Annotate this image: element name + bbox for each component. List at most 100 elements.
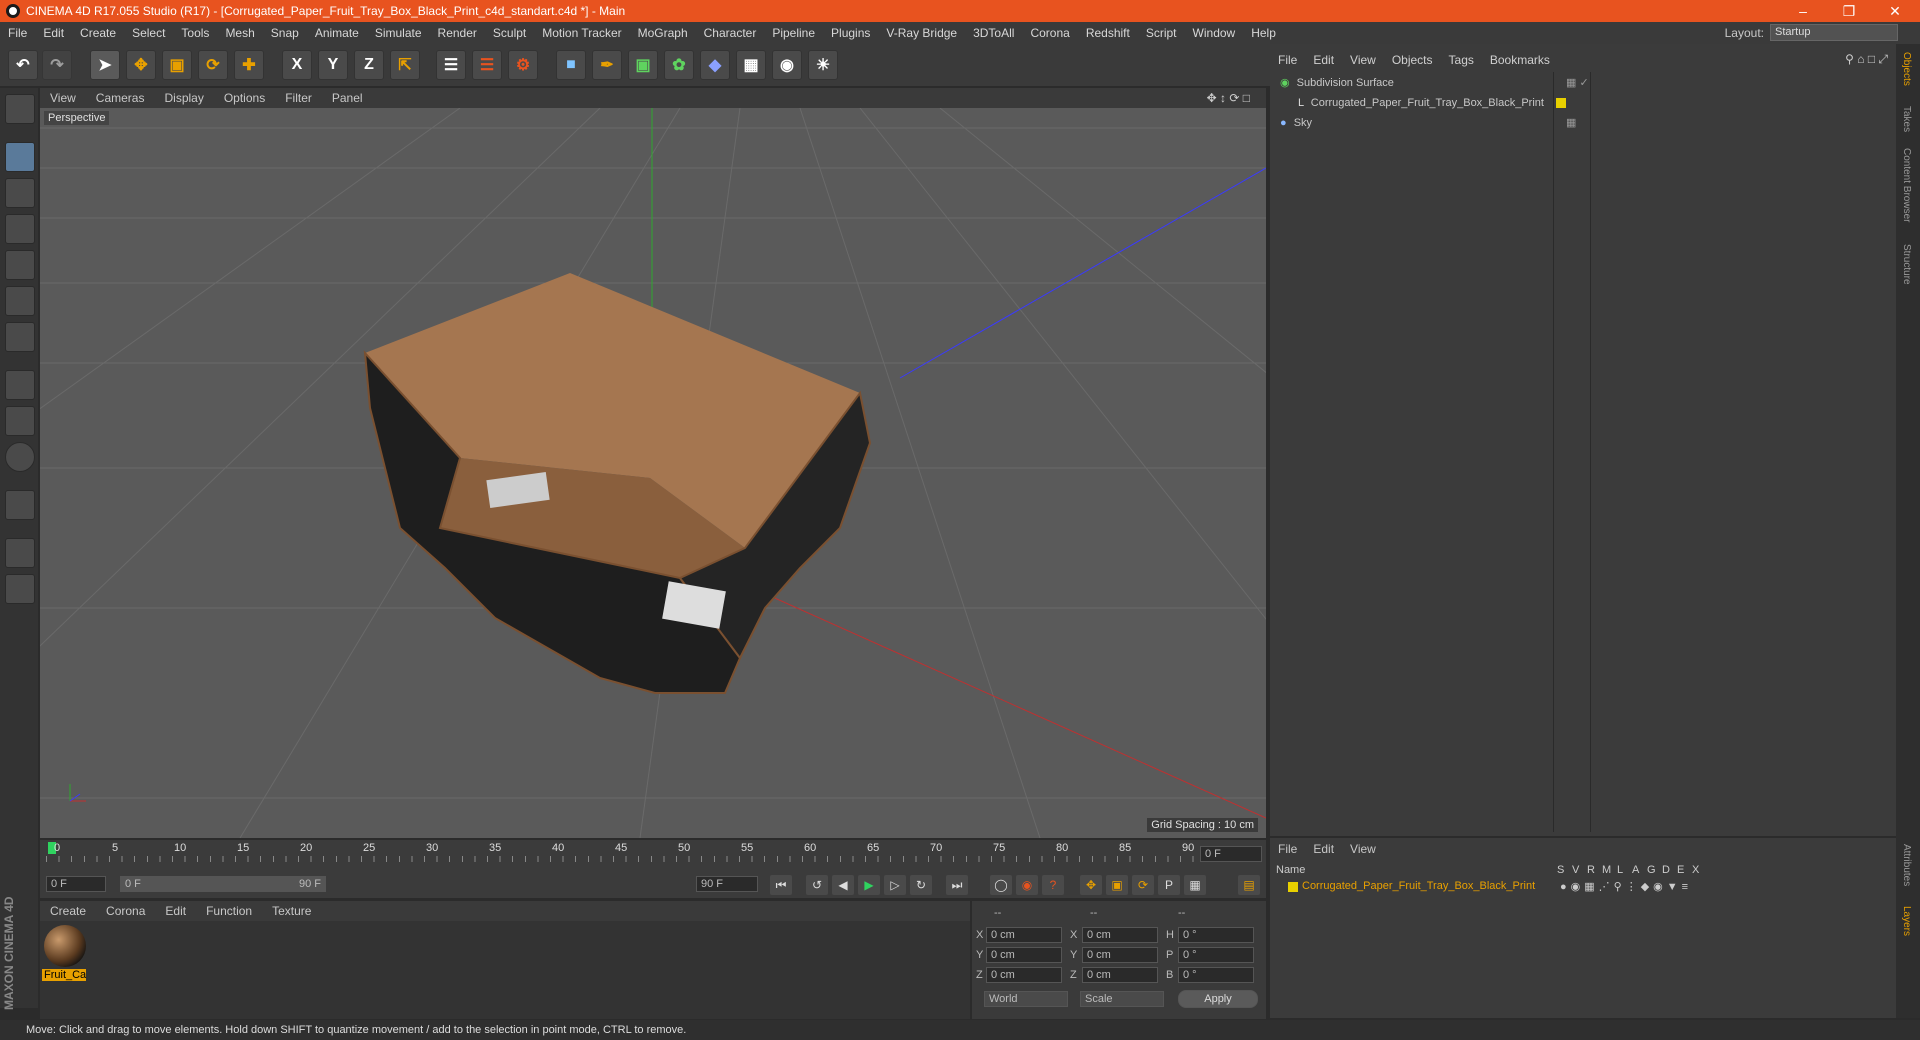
- polygons-mode-icon[interactable]: [5, 322, 35, 352]
- texture-mode-icon[interactable]: [5, 178, 35, 208]
- previous-key-icon[interactable]: ↺: [806, 875, 828, 895]
- object-manager-search-icon[interactable]: ⚲ ⌂ □ ⤢: [1845, 52, 1888, 67]
- timeline-ruler[interactable]: 0 5 10 15 20 25 30 35 40 45 50 55 60 65 …: [40, 840, 1266, 870]
- menu-animate[interactable]: Animate: [307, 26, 367, 40]
- camera-icon[interactable]: ◉: [772, 50, 802, 80]
- layer-row[interactable]: Corrugated_Paper_Fruit_Tray_Box_Black_Pr…: [1288, 880, 1888, 894]
- undo-icon[interactable]: ↶: [8, 50, 38, 80]
- material-menu-create[interactable]: Create: [40, 904, 96, 918]
- tab-layers[interactable]: Layers: [1901, 906, 1912, 936]
- material-name[interactable]: Fruit_Ca: [42, 969, 86, 981]
- material-menu-texture[interactable]: Texture: [262, 904, 321, 918]
- position-x-field[interactable]: 0 cm: [986, 927, 1062, 943]
- keyframe-selection-icon[interactable]: ?: [1042, 875, 1064, 895]
- size-z-field[interactable]: 0 cm: [1082, 967, 1158, 983]
- menu-snap[interactable]: Snap: [263, 26, 307, 40]
- material-menu-function[interactable]: Function: [196, 904, 262, 918]
- workplane-mode-icon[interactable]: [5, 214, 35, 244]
- layer-toggle-icons[interactable]: ●◉▦⋰⚲⋮◆◉▼≡: [1560, 880, 1692, 893]
- solo-mode-icon[interactable]: [5, 442, 35, 472]
- key-pla-icon[interactable]: ▦: [1184, 875, 1206, 895]
- visibility-dots-icon[interactable]: ▦: [1566, 114, 1576, 132]
- tab-content-browser[interactable]: Content Browser: [1901, 148, 1912, 222]
- menu-pipeline[interactable]: Pipeline: [764, 26, 823, 40]
- cloner-icon[interactable]: ✿: [664, 50, 694, 80]
- material-menu-edit[interactable]: Edit: [155, 904, 196, 918]
- current-frame-field[interactable]: 0 F: [1200, 846, 1262, 862]
- key-parameter-icon[interactable]: P: [1158, 875, 1180, 895]
- restore-button[interactable]: ❐: [1826, 0, 1872, 22]
- object-menu-edit[interactable]: Edit: [1305, 53, 1342, 67]
- object-row[interactable]: ● Sky ▦: [1280, 114, 1880, 132]
- menu-create[interactable]: Create: [72, 26, 124, 40]
- size-x-field[interactable]: 0 cm: [1082, 927, 1158, 943]
- next-key-icon[interactable]: ↻: [910, 875, 932, 895]
- object-row[interactable]: L Corrugated_Paper_Fruit_Tray_Box_Black_…: [1298, 94, 1898, 112]
- layer-menu-view[interactable]: View: [1342, 842, 1384, 856]
- menu-edit[interactable]: Edit: [35, 26, 72, 40]
- y-axis-lock-button[interactable]: Y: [318, 50, 348, 80]
- perspective-viewport[interactable]: Perspective Grid Spacing : 10 cm: [40, 108, 1266, 838]
- menu-render[interactable]: Render: [430, 26, 485, 40]
- coordinate-system-icon[interactable]: ⇱: [390, 50, 420, 80]
- viewport-menu-view[interactable]: View: [40, 91, 86, 105]
- record-keys-icon[interactable]: ◯: [990, 875, 1012, 895]
- goto-start-icon[interactable]: ⏮: [770, 875, 792, 895]
- cube-primitive-icon[interactable]: ■: [556, 50, 586, 80]
- scale-tool-icon[interactable]: ▣: [162, 50, 192, 80]
- menu-select[interactable]: Select: [124, 26, 173, 40]
- object-row[interactable]: ◉ Subdivision Surface ▦ ✓: [1280, 74, 1880, 92]
- layer-menu-edit[interactable]: Edit: [1305, 842, 1342, 856]
- live-selection-icon[interactable]: ➤: [90, 50, 120, 80]
- make-editable-icon[interactable]: [5, 94, 35, 124]
- viewport-menu-cameras[interactable]: Cameras: [86, 91, 155, 105]
- x-axis-lock-button[interactable]: X: [282, 50, 312, 80]
- close-button[interactable]: ✕: [1872, 0, 1918, 22]
- viewport-menu-options[interactable]: Options: [214, 91, 275, 105]
- coordinate-space-dropdown[interactable]: World: [984, 991, 1068, 1007]
- rotate-tool-icon[interactable]: ⟳: [198, 50, 228, 80]
- next-frame-icon[interactable]: ▷: [884, 875, 906, 895]
- tab-structure[interactable]: Structure: [1901, 244, 1912, 285]
- viewport-menu-filter[interactable]: Filter: [275, 91, 322, 105]
- menu-help[interactable]: Help: [1243, 26, 1284, 40]
- menu-corona[interactable]: Corona: [1022, 26, 1077, 40]
- render-settings-icon[interactable]: ⚙: [508, 50, 538, 80]
- edges-mode-icon[interactable]: [5, 286, 35, 316]
- menu-mesh[interactable]: Mesh: [217, 26, 262, 40]
- object-menu-bookmarks[interactable]: Bookmarks: [1482, 53, 1558, 67]
- tab-attributes[interactable]: Attributes: [1901, 844, 1912, 886]
- end-frame-field[interactable]: 90 F: [696, 876, 758, 892]
- subdivision-surface-icon[interactable]: ▣: [628, 50, 658, 80]
- model-mode-icon[interactable]: [5, 142, 35, 172]
- play-icon[interactable]: ▶: [858, 875, 880, 895]
- menu-motion-tracker[interactable]: Motion Tracker: [534, 26, 629, 40]
- workplane-lock-icon[interactable]: [5, 538, 35, 568]
- menu-script[interactable]: Script: [1138, 26, 1185, 40]
- previous-frame-icon[interactable]: ◀: [832, 875, 854, 895]
- material-menu-corona[interactable]: Corona: [96, 904, 155, 918]
- light-icon[interactable]: ☀: [808, 50, 838, 80]
- visibility-dots-icon[interactable]: ▦ ✓: [1566, 74, 1589, 92]
- menu-plugins[interactable]: Plugins: [823, 26, 878, 40]
- points-mode-icon[interactable]: [5, 250, 35, 280]
- planar-workplane-icon[interactable]: [5, 574, 35, 604]
- range-start-slider[interactable]: 0 F: [120, 876, 230, 892]
- rotation-p-field[interactable]: 0 °: [1178, 947, 1254, 963]
- menu-window[interactable]: Window: [1185, 26, 1244, 40]
- key-rotation-icon[interactable]: ⟳: [1132, 875, 1154, 895]
- position-z-field[interactable]: 0 cm: [986, 967, 1062, 983]
- key-position-icon[interactable]: ✥: [1080, 875, 1102, 895]
- layer-color-tag[interactable]: [1556, 98, 1566, 108]
- tweak-mode-icon[interactable]: [5, 406, 35, 436]
- timeline-window-icon[interactable]: ▤: [1238, 875, 1260, 895]
- viewport-nav-icons[interactable]: ✥ ↕ ⟳ □: [1197, 91, 1260, 105]
- menu-redshift[interactable]: Redshift: [1078, 26, 1138, 40]
- size-y-field[interactable]: 0 cm: [1082, 947, 1158, 963]
- position-y-field[interactable]: 0 cm: [986, 947, 1062, 963]
- viewport-menu-display[interactable]: Display: [154, 91, 213, 105]
- deformer-icon[interactable]: ◆: [700, 50, 730, 80]
- autokey-icon[interactable]: ◉: [1016, 875, 1038, 895]
- scale-mode-dropdown[interactable]: Scale: [1080, 991, 1164, 1007]
- object-menu-file[interactable]: File: [1270, 53, 1305, 67]
